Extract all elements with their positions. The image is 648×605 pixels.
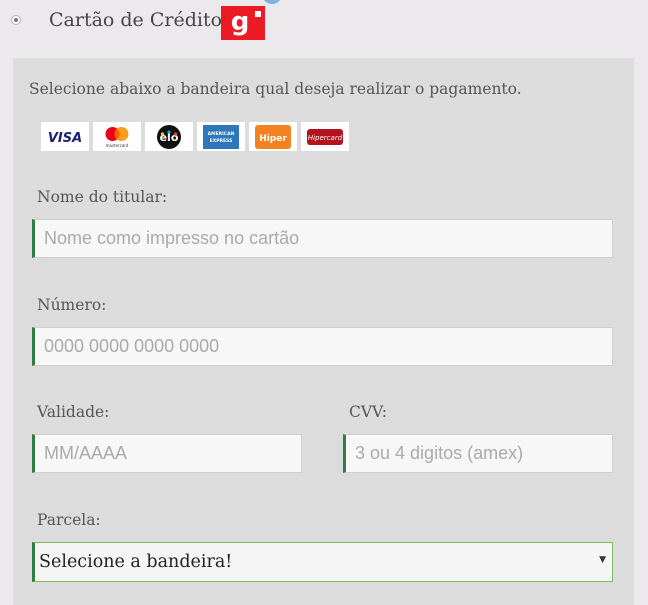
- svg-text:VISA: VISA: [48, 131, 82, 146]
- holder-label: Nome do titular:: [37, 188, 168, 206]
- svg-text:mastercard: mastercard: [106, 143, 129, 148]
- gateway-logo: g: [221, 6, 265, 40]
- decorative-arc: [262, 0, 282, 4]
- hipercard-icon: Hipercard: [307, 128, 343, 145]
- brand-mastercard[interactable]: mastercard: [92, 121, 142, 152]
- payment-method-title[interactable]: Cartão de Crédito: [49, 9, 222, 31]
- installments-label: Parcela:: [37, 511, 101, 529]
- gateway-logo-mark: [255, 11, 261, 17]
- dropdown-arrow-icon: ▼: [599, 555, 606, 565]
- brand-visa[interactable]: VISA: [40, 121, 90, 152]
- mastercard-icon: mastercard: [105, 126, 129, 148]
- svg-text:EXPRESS: EXPRESS: [210, 138, 233, 144]
- svg-text:Hiper: Hiper: [259, 134, 287, 144]
- hiper-icon: Hiper: [255, 124, 291, 149]
- installments-select[interactable]: Selecione a bandeira! ▼: [32, 542, 613, 582]
- svg-text:AMERICAN: AMERICAN: [208, 131, 235, 137]
- brand-elo[interactable]: elo: [144, 121, 194, 152]
- holder-name-input[interactable]: [32, 219, 613, 258]
- brand-hipercard[interactable]: Hipercard: [300, 121, 350, 152]
- payment-method-radio[interactable]: [11, 15, 21, 25]
- brand-hiper[interactable]: Hiper: [248, 121, 298, 152]
- installments-selected-value: Selecione a bandeira!: [39, 552, 233, 572]
- radio-dot: [14, 18, 18, 22]
- intro-text: Selecione abaixo a bandeira qual deseja …: [29, 80, 522, 98]
- gateway-logo-letter: g: [230, 7, 250, 37]
- card-brand-list: VISA mastercard elo AMERICAN EXPRESS Hip…: [40, 121, 352, 152]
- expiry-input[interactable]: [32, 434, 302, 473]
- payment-method-header: Cartão de Crédito g: [0, 0, 648, 58]
- cvv-label: CVV:: [349, 403, 387, 421]
- number-label: Número:: [37, 296, 107, 314]
- amex-icon: AMERICAN EXPRESS: [203, 124, 239, 149]
- visa-icon: VISA: [48, 131, 82, 146]
- expiry-label: Validade:: [37, 403, 110, 421]
- elo-icon: elo: [157, 124, 181, 149]
- brand-amex[interactable]: AMERICAN EXPRESS: [196, 121, 246, 152]
- card-number-input[interactable]: [32, 327, 613, 366]
- cvv-input[interactable]: [343, 434, 613, 473]
- svg-text:Hipercard: Hipercard: [308, 134, 343, 142]
